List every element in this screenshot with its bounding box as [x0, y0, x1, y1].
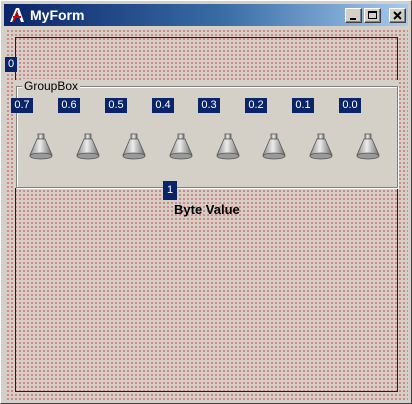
- bit-label-0-3: 0.3: [198, 98, 220, 113]
- bit-label-0-1: 0.1: [292, 98, 314, 113]
- close-button[interactable]: [389, 8, 406, 23]
- maximize-button[interactable]: [364, 8, 381, 23]
- groupbox-title: GroupBox: [22, 79, 81, 93]
- form-tag: 0: [5, 57, 17, 72]
- app-logo-icon: [10, 8, 24, 22]
- minimize-icon: [350, 18, 356, 20]
- bit-label-0-6: 0.6: [58, 98, 80, 113]
- window-title: MyForm: [30, 7, 85, 23]
- app-window: MyForm 0 GroupBox 0.7 0.6 0.5 0.4 0.3 0.…: [0, 0, 412, 404]
- byte-value-label: Byte Value: [174, 202, 240, 217]
- close-icon: [393, 11, 402, 20]
- lamp-icon[interactable]: [355, 133, 381, 161]
- lamp-icon[interactable]: [28, 133, 54, 161]
- bit-label-0-7: 0.7: [11, 98, 33, 113]
- bit-label-0-5: 0.5: [105, 98, 127, 113]
- bit-label-0-0: 0.0: [339, 98, 361, 113]
- lamp-icon[interactable]: [121, 133, 147, 161]
- bit-label-0-4: 0.4: [152, 98, 174, 113]
- title-bar[interactable]: MyForm: [4, 4, 408, 26]
- form-client-area[interactable]: 0 GroupBox 0.7 0.6 0.5 0.4 0.3 0.2 0.1 0…: [5, 28, 408, 401]
- value-tag: 1: [163, 181, 177, 200]
- minimize-button[interactable]: [345, 8, 362, 23]
- lamp-icon[interactable]: [215, 133, 241, 161]
- lamp-icon[interactable]: [75, 133, 101, 161]
- lamp-icon[interactable]: [308, 133, 334, 161]
- lamp-icon[interactable]: [168, 133, 194, 161]
- maximize-icon: [368, 11, 377, 19]
- bit-label-0-2: 0.2: [245, 98, 267, 113]
- groupbox[interactable]: GroupBox 0.7 0.6 0.5 0.4 0.3 0.2 0.1 0.0: [11, 79, 399, 188]
- lamp-icon[interactable]: [261, 133, 287, 161]
